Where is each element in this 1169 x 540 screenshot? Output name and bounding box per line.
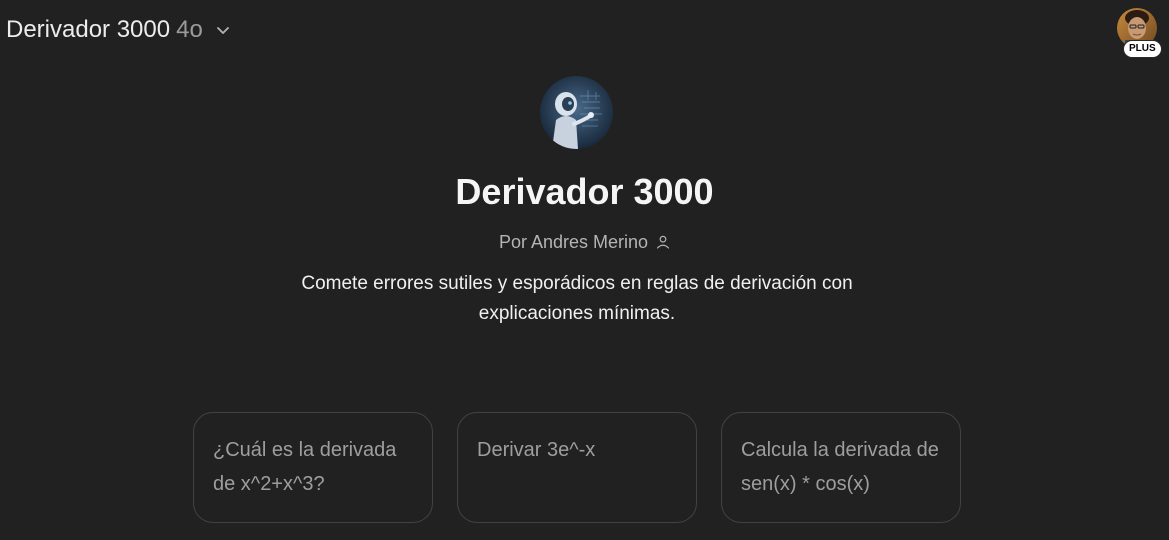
model-selector[interactable]: Derivador 3000 4o: [6, 12, 231, 48]
author-name: Por Andres Merino: [498, 232, 649, 252]
app-root: Derivador 3000 4o PLUS Derivador 3000 Po…: [0, 0, 1169, 540]
user-icon: [656, 235, 670, 249]
chevron-down-icon: [215, 22, 231, 38]
gpt-description: Comete errores sutiles y esporádicos en …: [301, 273, 853, 324]
gpt-title: Derivador 3000: [455, 171, 714, 212]
model-name: Derivador 3000: [6, 16, 171, 43]
gpt-author: Por Andres Merino: [0, 230, 1169, 254]
conversation-starters: ¿Cuál es la derivada de x^2+x^3? Derivar…: [193, 412, 961, 523]
model-version: 4o: [176, 16, 203, 43]
user-menu-button[interactable]: PLUS: [1117, 8, 1162, 58]
plus-badge: PLUS: [1123, 40, 1162, 58]
starter-card[interactable]: Calcula la derivada de sen(x) * cos(x): [721, 412, 961, 523]
gpt-logo: [540, 76, 613, 149]
starter-card[interactable]: ¿Cuál es la derivada de x^2+x^3?: [193, 412, 433, 523]
starter-card[interactable]: Derivar 3e^-x: [457, 412, 697, 523]
